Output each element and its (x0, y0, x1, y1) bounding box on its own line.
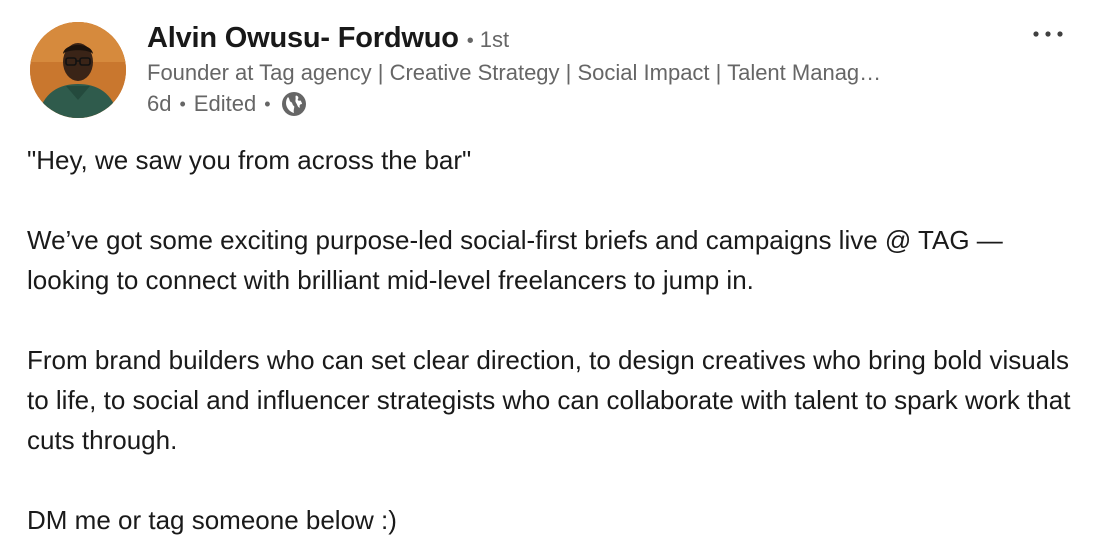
avatar-photo (30, 22, 126, 118)
feed-post: Alvin Owusu- Fordwuo • 1st Founder at Ta… (0, 0, 1098, 544)
globe-icon (281, 91, 307, 117)
post-paragraph: "Hey, we saw you from across the bar" (27, 145, 472, 175)
separator-dot: • (179, 93, 186, 114)
post-meta: 6d • Edited • (147, 91, 307, 117)
post-paragraph: We’ve got some exciting purpose-led soci… (27, 225, 1003, 295)
author-headline: Founder at Tag agency | Creative Strateg… (147, 60, 882, 85)
post-body: "Hey, we saw you from across the bar" We… (27, 140, 1077, 540)
separator-dot: • (466, 30, 474, 52)
more-horizontal-icon (1033, 31, 1063, 37)
more-options-button[interactable] (1026, 20, 1070, 48)
author-avatar[interactable] (30, 22, 126, 118)
post-paragraph: DM me or tag someone below :) (27, 505, 397, 535)
post-paragraph: From brand builders who can set clear di… (27, 345, 1071, 455)
separator-dot: • (264, 93, 271, 114)
post-time[interactable]: 6d (147, 91, 171, 117)
connection-degree: 1st (479, 27, 510, 52)
edited-label: Edited (193, 91, 257, 116)
author-name[interactable]: Alvin Owusu- Fordwuo (147, 22, 459, 55)
author-name-line: Alvin Owusu- Fordwuo • 1st (147, 22, 509, 55)
